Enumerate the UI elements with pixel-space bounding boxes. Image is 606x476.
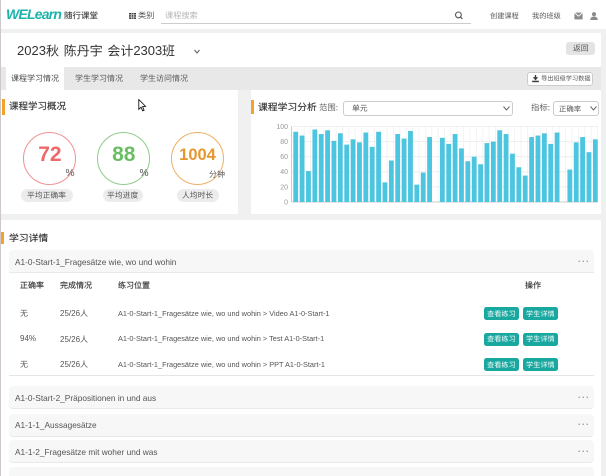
svg-text:40: 40 [280, 169, 288, 176]
svg-text:100: 100 [276, 124, 288, 131]
svg-text:80: 80 [280, 139, 288, 146]
svg-text:60: 60 [280, 154, 288, 161]
svg-text:0: 0 [284, 199, 288, 206]
svg-text:20: 20 [280, 184, 288, 191]
